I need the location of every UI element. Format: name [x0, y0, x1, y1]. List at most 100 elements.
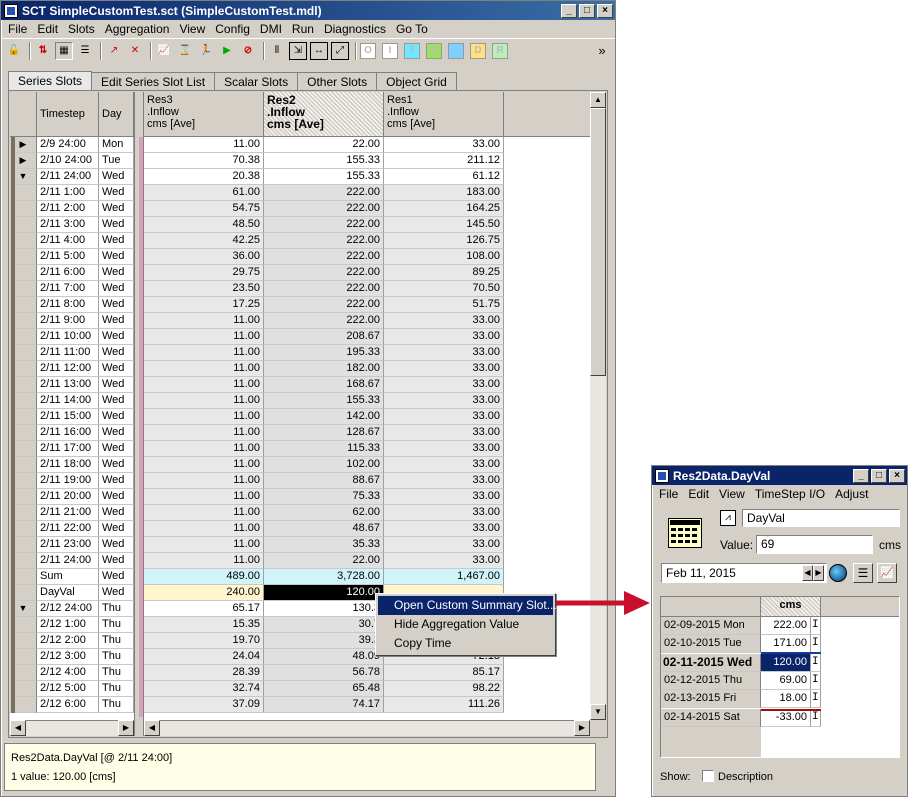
frozen-scroll-right-button[interactable]: ▶ [118, 720, 134, 736]
day-cell[interactable]: Wed [99, 169, 134, 185]
close-button[interactable]: × [597, 3, 613, 18]
day-cell[interactable]: Thu [99, 617, 134, 633]
value-cell-res2[interactable]: 155.33 [264, 393, 384, 409]
column-header-res1[interactable]: Res1 .Inflow cms [Ave] [384, 92, 504, 137]
slot-row-value[interactable]: 18.00 [761, 690, 811, 709]
timestep-cell[interactable]: 2/11 4:00 [37, 233, 99, 249]
day-cell[interactable]: Wed [99, 313, 134, 329]
value-cell-res1[interactable]: 33.00 [384, 425, 504, 441]
globe-icon[interactable] [829, 564, 847, 582]
timestep-cell[interactable]: 2/11 20:00 [37, 489, 99, 505]
slot-row-value[interactable]: 69.00 [761, 671, 811, 690]
value-cell-res1[interactable]: 33.00 [384, 441, 504, 457]
value-cell-res1[interactable]: 33.00 [384, 521, 504, 537]
value-cell-res3[interactable]: 70.38 [144, 153, 264, 169]
value-cell-res1[interactable]: 33.00 [384, 361, 504, 377]
timestep-cell[interactable]: 2/11 10:00 [37, 329, 99, 345]
value-cell-res3[interactable]: 19.70 [144, 633, 264, 649]
value-cell-res2[interactable]: 120.00 [264, 585, 384, 601]
timestep-cell[interactable]: 2/11 24:00 [37, 553, 99, 569]
day-cell[interactable]: Wed [99, 265, 134, 281]
day-cell[interactable]: Wed [99, 281, 134, 297]
timestep-cell[interactable]: 2/11 24:00 [37, 169, 99, 185]
context-item-open-custom-summary-slot[interactable]: Open Custom Summary Slot... [378, 596, 557, 615]
value-cell-res3[interactable]: 11.00 [144, 329, 264, 345]
timestep-cell[interactable]: 2/11 19:00 [37, 473, 99, 489]
main-scroll-right-button[interactable]: ▶ [574, 720, 590, 736]
day-cell[interactable]: Wed [99, 233, 134, 249]
day-cell[interactable]: Wed [99, 537, 134, 553]
flag-button-d[interactable]: D [470, 42, 486, 59]
value-cell-res2[interactable]: 182.00 [264, 361, 384, 377]
value-cell-res1[interactable]: 33.00 [384, 553, 504, 569]
scroll-up-button[interactable]: ▲ [590, 92, 606, 108]
vertical-scrollbar[interactable]: ▲ ▼ [590, 92, 606, 720]
tab-edit-series-slot-list[interactable]: Edit Series Slot List [91, 72, 216, 90]
value-cell-res1[interactable]: 33.00 [384, 457, 504, 473]
flag-button-b[interactable]: B [426, 42, 442, 59]
value-cell-res1[interactable]: 33.00 [384, 377, 504, 393]
tab-other-slots[interactable]: Other Slots [297, 72, 378, 90]
column-header-res2[interactable]: Res2 .Inflow cms [Ave] [264, 92, 384, 137]
timestep-cell[interactable]: 2/11 23:00 [37, 537, 99, 553]
day-cell[interactable]: Thu [99, 665, 134, 681]
shrink-icon[interactable]: ⇲ [289, 41, 307, 60]
slot-name-field[interactable]: DayVal [742, 509, 900, 527]
day-cell[interactable]: Wed [99, 361, 134, 377]
expand-horizontal-icon[interactable]: ↔ [310, 41, 328, 60]
slot-menu-adjust[interactable]: Adjust [830, 487, 873, 501]
slot-maximize-button[interactable]: □ [871, 468, 887, 483]
timestep-cell[interactable]: 2/12 2:00 [37, 633, 99, 649]
value-cell-res2[interactable]: 115.33 [264, 441, 384, 457]
column-width-icon[interactable]: ⦀ [268, 42, 286, 60]
slot-menu-file[interactable]: File [654, 487, 683, 501]
value-cell-res3[interactable]: 11.00 [144, 425, 264, 441]
menu-file[interactable]: File [3, 22, 32, 36]
menu-aggregation[interactable]: Aggregation [100, 22, 175, 36]
timestep-cell[interactable]: 2/11 16:00 [37, 425, 99, 441]
date-field[interactable]: Feb 11, 2015 ◀ ▶ [661, 563, 827, 583]
value-cell-res3[interactable]: 32.74 [144, 681, 264, 697]
flag-button-r[interactable]: R [492, 42, 508, 59]
value-cell-res1[interactable]: 33.00 [384, 329, 504, 345]
timestep-cell[interactable]: 2/11 15:00 [37, 409, 99, 425]
runner-icon[interactable]: 🏃 [197, 42, 215, 60]
slot-row-value[interactable]: 171.00 [761, 635, 811, 654]
value-cell-res2[interactable]: 75.33 [264, 489, 384, 505]
value-cell-res1[interactable]: 183.00 [384, 185, 504, 201]
menu-diagnostics[interactable]: Diagnostics [319, 22, 391, 36]
timestep-cell[interactable]: 2/11 21:00 [37, 505, 99, 521]
main-title-bar[interactable]: SCT SimpleCustomTest.sct (SimpleCustomTe… [1, 1, 615, 20]
day-cell[interactable]: Thu [99, 633, 134, 649]
value-cell-res1[interactable]: 108.00 [384, 249, 504, 265]
day-cell[interactable]: Wed [99, 409, 134, 425]
value-cell-res2[interactable]: 222.00 [264, 265, 384, 281]
timestep-cell[interactable]: 2/11 2:00 [37, 201, 99, 217]
value-cell-res3[interactable]: 23.50 [144, 281, 264, 297]
value-cell-res2[interactable]: 48.67 [264, 521, 384, 537]
value-cell-res1[interactable]: 33.00 [384, 409, 504, 425]
value-cell-res1[interactable]: 211.12 [384, 153, 504, 169]
value-cell-res3[interactable]: 17.25 [144, 297, 264, 313]
value-cell-res1[interactable]: 70.50 [384, 281, 504, 297]
timestep-cell[interactable]: 2/11 8:00 [37, 297, 99, 313]
value-cell-res3[interactable]: 11.00 [144, 441, 264, 457]
tab-series-slots[interactable]: Series Slots [8, 71, 93, 90]
timestep-cell[interactable]: 2/11 14:00 [37, 393, 99, 409]
value-cell-res3[interactable]: 15.35 [144, 617, 264, 633]
value-cell-res3[interactable]: 48.50 [144, 217, 264, 233]
hourglass-icon[interactable]: ⌛ [176, 42, 194, 60]
day-cell[interactable]: Wed [99, 569, 134, 585]
day-cell[interactable]: Wed [99, 393, 134, 409]
value-cell-res3[interactable]: 11.00 [144, 473, 264, 489]
timestep-cell[interactable]: 2/11 3:00 [37, 217, 99, 233]
columns-icon[interactable]: ▦ [55, 41, 73, 60]
value-cell-res3[interactable]: 11.00 [144, 345, 264, 361]
value-cell-res3[interactable]: 489.00 [144, 569, 264, 585]
value-cell-res3[interactable]: 29.75 [144, 265, 264, 281]
value-cell-res3[interactable]: 11.00 [144, 361, 264, 377]
timestep-cell[interactable]: 2/11 12:00 [37, 361, 99, 377]
value-cell-res2[interactable]: 142.00 [264, 409, 384, 425]
value-cell-res1[interactable]: 33.00 [384, 393, 504, 409]
value-cell-res3[interactable]: 11.00 [144, 457, 264, 473]
